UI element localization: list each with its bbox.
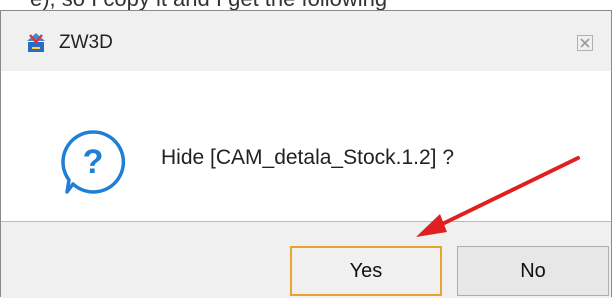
yes-button[interactable]: Yes (290, 246, 442, 296)
zw3d-logo-icon (27, 33, 45, 52)
dialog-content: ? Hide [CAM_detala_Stock.1.2] ? (1, 71, 611, 221)
svg-text:?: ? (83, 143, 104, 181)
close-icon[interactable] (577, 35, 593, 51)
title-bar: ZW3D (1, 11, 611, 71)
dialog-message: Hide [CAM_detala_Stock.1.2] ? (161, 146, 454, 169)
no-button[interactable]: No (457, 246, 609, 296)
dialog-title: ZW3D (59, 32, 113, 53)
button-bar: Yes No (1, 222, 611, 298)
question-icon: ? (61, 130, 126, 194)
confirm-dialog: ZW3D ? Hide [CAM_detala_Stock.1.2] ? Yes… (0, 10, 612, 298)
